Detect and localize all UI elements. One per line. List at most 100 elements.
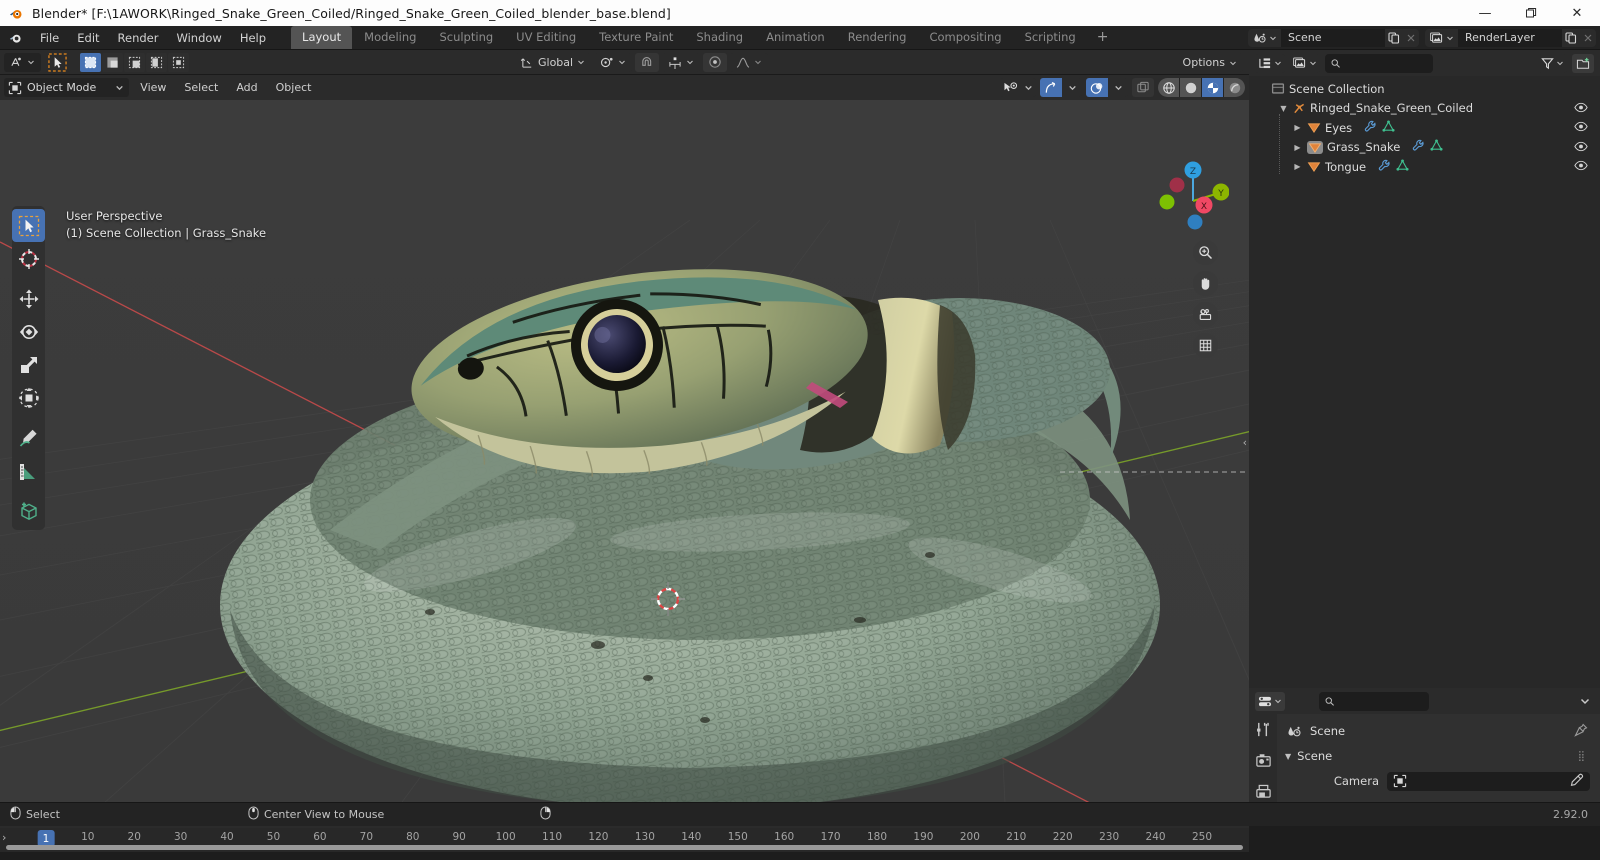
menu-edit[interactable]: Edit — [68, 28, 108, 48]
new-scene-icon[interactable] — [1385, 29, 1402, 47]
camera-field[interactable] — [1387, 771, 1590, 791]
timeline-ruler[interactable]: 10 20 30 40 50 60 70 80 90 100 110 120 130 140 150 160 1… — [0, 828, 1249, 852]
scene-selector[interactable]: Scene — [1248, 29, 1419, 47]
viewport-navigation-gizmo[interactable]: Z Y X — [1149, 155, 1229, 235]
modifier-wrench-icon[interactable] — [1378, 159, 1391, 175]
new-viewlayer-icon[interactable] — [1562, 29, 1579, 47]
add-workspace-button[interactable]: + — [1088, 27, 1118, 49]
maximize-button[interactable] — [1508, 0, 1554, 26]
timeline-expand-arrow[interactable]: › — [2, 831, 6, 844]
properties-editor-type-icon[interactable] — [1255, 691, 1285, 711]
transform-orientation-dropdown[interactable]: Global — [515, 52, 592, 72]
tab-texture-paint[interactable]: Texture Paint — [588, 26, 684, 49]
gizmo-toggle-icon[interactable] — [1040, 78, 1062, 97]
chevron-down-icon[interactable]: ▼ — [1285, 752, 1291, 761]
sidebar-collapse-arrow[interactable]: ‹ — [1243, 436, 1247, 449]
tab-scripting[interactable]: Scripting — [1014, 26, 1087, 49]
tweak-select-tool[interactable] — [12, 209, 45, 242]
mesh-data-green-icon[interactable] — [1430, 139, 1443, 155]
visibility-eye-icon[interactable] — [1574, 101, 1588, 117]
tab-compositing[interactable]: Compositing — [918, 26, 1012, 49]
visibility-eye-icon[interactable] — [1574, 140, 1588, 156]
tab-sculpting[interactable]: Sculpting — [428, 26, 504, 49]
modifier-wrench-icon[interactable] — [1412, 139, 1425, 155]
chevron-down-icon[interactable] — [1576, 696, 1594, 706]
visibility-dropdown[interactable] — [1000, 78, 1036, 97]
pivot-point-dropdown[interactable] — [594, 52, 633, 72]
wireframe-shading-icon[interactable] — [1158, 78, 1179, 97]
move-tool[interactable] — [12, 282, 45, 315]
snap-magnet-icon[interactable] — [635, 52, 660, 72]
viewport-menu-view[interactable]: View — [133, 78, 173, 97]
viewport-menu-select[interactable]: Select — [177, 78, 225, 97]
visibility-eye-icon[interactable] — [1574, 120, 1588, 136]
chevron-right-icon[interactable]: ▶ — [1291, 162, 1304, 171]
outliner-row-ringed-snake[interactable]: ▼ Ringed_Snake_Green_Coiled — [1249, 99, 1600, 119]
menu-help[interactable]: Help — [231, 28, 275, 48]
outliner-row-eyes[interactable]: ▶ Eyes — [1249, 118, 1600, 138]
properties-search-text[interactable] — [1339, 694, 1423, 708]
outliner-search-text[interactable] — [1345, 56, 1427, 70]
outliner-display-mode-icon[interactable] — [1255, 53, 1285, 73]
visibility-eye-icon[interactable] — [1574, 159, 1588, 175]
measure-tool[interactable] — [12, 454, 45, 487]
select-intersect-icon[interactable] — [168, 52, 189, 72]
overlays-toggle-icon[interactable] — [1086, 78, 1108, 97]
chevron-right-icon[interactable]: ▶ — [1291, 143, 1304, 152]
tab-rendering[interactable]: Rendering — [837, 26, 918, 49]
toggle-ortho-icon[interactable] — [1193, 333, 1218, 358]
modifier-wrench-icon[interactable] — [1364, 120, 1377, 136]
proportional-edit-icon[interactable] — [703, 52, 728, 72]
gizmo-dropdown[interactable] — [1062, 78, 1082, 97]
unlink-viewlayer-icon[interactable] — [1579, 29, 1596, 47]
viewlayer-name-field[interactable]: RenderLayer — [1458, 29, 1562, 47]
select-set-icon[interactable] — [80, 52, 101, 72]
pin-icon[interactable] — [1574, 723, 1588, 740]
rendered-shading-icon[interactable] — [1224, 78, 1245, 97]
output-tab-icon[interactable] — [1252, 780, 1274, 802]
camera-view-icon[interactable] — [1193, 302, 1218, 327]
chevron-down-icon[interactable]: ▼ — [1277, 104, 1290, 113]
viewport-menu-add[interactable]: Add — [229, 78, 264, 97]
eyedropper-icon[interactable] — [1570, 772, 1584, 791]
rotate-tool[interactable] — [12, 315, 45, 348]
outliner-row-grass-snake[interactable]: ▶ Grass_Snake — [1249, 138, 1600, 158]
tab-modeling[interactable]: Modeling — [353, 26, 427, 49]
properties-search-input[interactable] — [1319, 691, 1429, 711]
select-subtract-icon[interactable] — [124, 52, 145, 72]
outliner-tree[interactable]: Scene Collection ▼ Ringed_Snake_Green_Co… — [1249, 76, 1600, 688]
outliner-scene-icon[interactable] — [1290, 53, 1320, 73]
tab-animation[interactable]: Animation — [755, 26, 836, 49]
filter-funnel-icon[interactable] — [1538, 53, 1567, 73]
chevron-right-icon[interactable]: ▶ — [1291, 123, 1304, 132]
select-invert-icon[interactable] — [146, 52, 167, 72]
tab-shading[interactable]: Shading — [685, 26, 754, 49]
zoom-icon[interactable] — [1193, 240, 1218, 265]
material-preview-shading-icon[interactable] — [1202, 78, 1223, 97]
properties-section-scene[interactable]: ▼ Scene ⣿ — [1277, 744, 1600, 768]
snap-target-dropdown[interactable] — [662, 52, 701, 72]
transform-tool[interactable] — [12, 381, 45, 414]
viewlayer-selector[interactable]: RenderLayer — [1425, 29, 1596, 47]
outliner-row-tongue[interactable]: ▶ Tongue — [1249, 157, 1600, 177]
minimize-button[interactable]: — — [1462, 0, 1508, 26]
menu-render[interactable]: Render — [109, 28, 168, 48]
menu-window[interactable]: Window — [167, 28, 230, 48]
pan-hand-icon[interactable] — [1193, 271, 1218, 296]
render-tab-icon[interactable] — [1252, 749, 1274, 771]
menu-file[interactable]: File — [31, 28, 68, 48]
select-extend-icon[interactable] — [102, 52, 123, 72]
scene-name-field[interactable]: Scene — [1281, 29, 1385, 47]
blender-menu-logo-icon[interactable] — [8, 30, 23, 45]
close-button[interactable]: ✕ — [1554, 0, 1600, 26]
timeline-scrollbar[interactable] — [6, 845, 1243, 850]
annotate-tool[interactable] — [12, 421, 45, 454]
outliner-search-input[interactable] — [1325, 53, 1433, 73]
tab-uv-editing[interactable]: UV Editing — [505, 26, 587, 49]
falloff-curve-dropdown[interactable] — [730, 52, 769, 72]
3d-viewport[interactable]: User Perspective (1) Scene Collection | … — [0, 100, 1249, 802]
scale-tool[interactable] — [12, 348, 45, 381]
interaction-mode-dropdown[interactable]: Object Mode — [4, 78, 130, 97]
grip-dots-icon[interactable]: ⣿ — [1578, 751, 1586, 762]
xray-toggle-icon[interactable] — [1132, 78, 1154, 97]
